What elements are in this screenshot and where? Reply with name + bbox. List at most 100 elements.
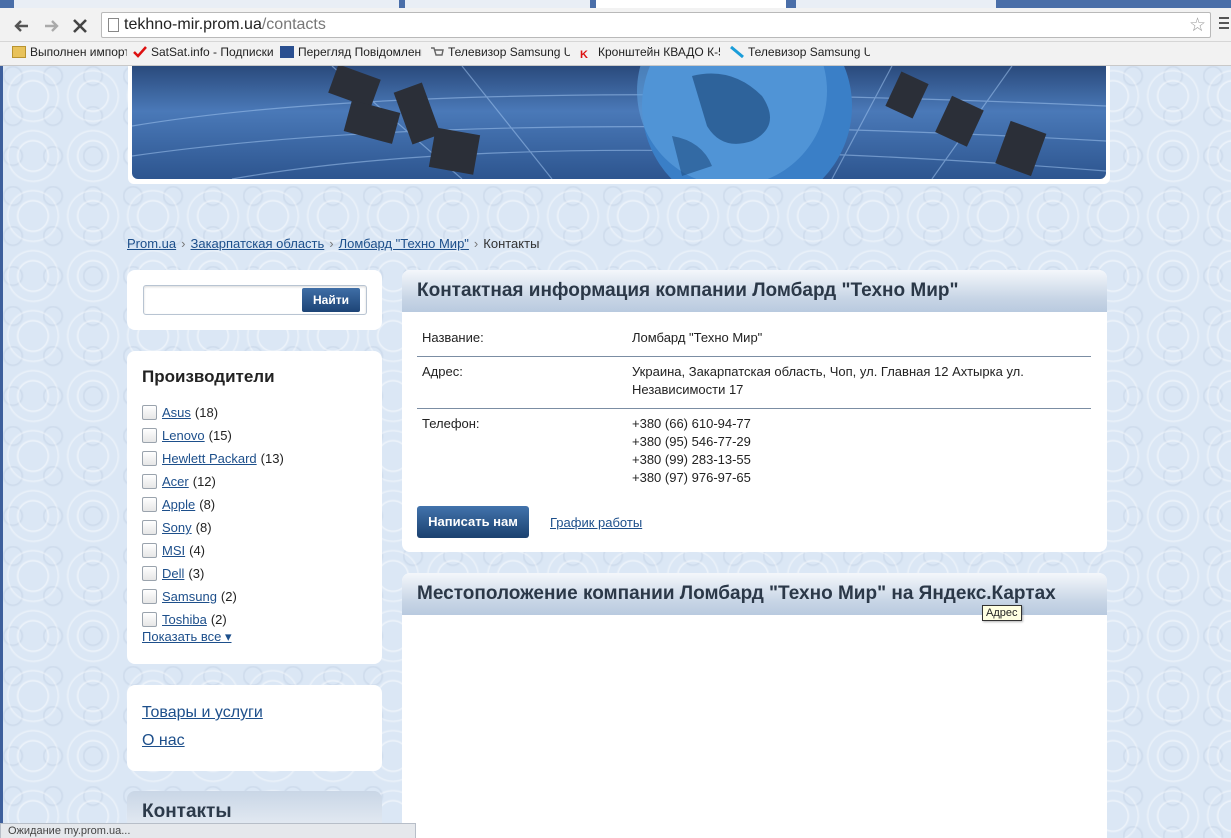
manufacturer-item: Asus (18) [142, 401, 284, 424]
banner-image [132, 66, 1106, 179]
manufacturer-checkbox[interactable] [142, 589, 157, 604]
manufacturer-checkbox[interactable] [142, 566, 157, 581]
manufacturer-checkbox[interactable] [142, 451, 157, 466]
manufacturer-item: Dell (3) [142, 562, 284, 585]
manufacturer-link[interactable]: Apple [162, 497, 195, 512]
back-icon[interactable] [11, 15, 33, 37]
breadcrumb-link[interactable]: Ломбард "Техно Мир" [339, 236, 469, 251]
manufacturer-link[interactable]: Sony [162, 520, 192, 535]
table-row: Телефон: +380 (66) 610-94-77 +380 (95) 5… [417, 408, 1091, 496]
breadcrumb-link[interactable]: Prom.ua [127, 236, 176, 251]
manufacturer-checkbox[interactable] [142, 520, 157, 535]
phone-number: +380 (97) 976-97-65 [632, 470, 751, 485]
bookmark-item[interactable]: K Кронштейн КВАДО К-5 [580, 45, 720, 61]
table-row: Название: Ломбард "Техно Мир" [417, 324, 1091, 357]
name-label: Название: [422, 330, 484, 345]
write-us-button[interactable]: Написать нам [417, 506, 529, 538]
manufacturer-checkbox[interactable] [142, 612, 157, 627]
manufacturer-link[interactable]: Dell [162, 566, 184, 581]
page-icon [108, 18, 119, 32]
phone-number: +380 (99) 283-13-55 [632, 452, 751, 467]
site-icon [280, 46, 294, 58]
site-icon: K [580, 49, 588, 61]
manufacturer-item: Toshiba (2) [142, 608, 284, 631]
checkmark-icon [133, 46, 147, 58]
page-viewport[interactable]: Prom.ua › Закарпатская область › Ломбард "Те… [3, 66, 1231, 838]
manufacturer-link[interactable]: Samsung [162, 589, 217, 604]
address-bar[interactable]: tekhno-mir.prom.ua/contacts ☆ [101, 12, 1211, 38]
contact-info-header: Контактная информация компании Ломбард "… [402, 270, 1107, 312]
forward-icon[interactable] [40, 15, 62, 37]
manufacturer-count: (3) [188, 566, 205, 581]
manufacturers-title: Производители [142, 367, 275, 386]
manufacturer-checkbox[interactable] [142, 497, 157, 512]
table-row: Адрес: Украина, Закарпатская область, Чо… [417, 356, 1091, 409]
manufacturer-checkbox[interactable] [142, 405, 157, 420]
tooltip: Адрес [982, 605, 1022, 621]
manufacturer-link[interactable]: Lenovo [162, 428, 205, 443]
schedule-link[interactable]: График работы [550, 515, 642, 530]
bookmark-item[interactable]: Перегляд Повідомлень [280, 45, 422, 59]
manufacturer-item: Sony (8) [142, 516, 284, 539]
bookmark-item[interactable]: SatSat.info - Подписки [133, 45, 273, 59]
manufacturer-count: (2) [210, 612, 227, 627]
contact-info-panel: Контактная информация компании Ломбард "… [402, 270, 1107, 552]
manufacturer-item: Apple (8) [142, 493, 284, 516]
browser-tab[interactable] [14, 0, 214, 8]
url-text[interactable]: tekhno-mir.prom.ua/contacts [124, 16, 326, 34]
manufacturer-item: Lenovo (15) [142, 424, 284, 447]
bookmark-item[interactable]: Выполнен импорт [12, 45, 127, 59]
manufacturer-checkbox[interactable] [142, 543, 157, 558]
breadcrumb-separator: › [473, 236, 479, 251]
manufacturers-panel: Производители Asus (18) Lenovo (15) Hewlet… [127, 351, 382, 664]
manufacturer-link[interactable]: Asus [162, 405, 191, 420]
breadcrumb-link[interactable]: Закарпатская область [190, 236, 324, 251]
search-button[interactable]: Найти [302, 288, 360, 312]
manufacturer-count: (15) [208, 428, 232, 443]
phone-values: +380 (66) 610-94-77 +380 (95) 546-77-29 … [627, 408, 1091, 496]
manufacturer-link[interactable]: MSI [162, 543, 185, 558]
breadcrumb: Prom.ua › Закарпатская область › Ломбард "Те… [127, 236, 539, 251]
manufacturer-item: MSI (4) [142, 539, 284, 562]
manufacturer-count: (8) [199, 497, 216, 512]
bookmark-star-icon[interactable]: ☆ [1189, 14, 1206, 37]
contact-info-title: Контактная информация компании Ломбард "… [417, 280, 959, 301]
header-banner [128, 66, 1110, 184]
manufacturer-checkbox[interactable] [142, 474, 157, 489]
phone-number: +380 (66) 610-94-77 [632, 416, 751, 431]
manufacturer-link[interactable]: Acer [162, 474, 189, 489]
bookmark-item[interactable]: Телевизор Samsung UE [730, 45, 870, 59]
manufacturer-checkbox[interactable] [142, 428, 157, 443]
folder-icon [12, 46, 26, 58]
browser-tab[interactable] [405, 0, 590, 8]
manufacturer-count: (12) [192, 474, 216, 489]
manufacturer-link[interactable]: Toshiba [162, 612, 207, 627]
address-label: Адрес: [417, 356, 627, 409]
menu-icon[interactable] [1219, 17, 1229, 32]
tab-strip [0, 0, 1231, 8]
about-link[interactable]: О нас [142, 732, 185, 750]
browser-tab[interactable] [796, 0, 996, 8]
bookmark-item[interactable]: Телевизор Samsung UE [430, 45, 570, 59]
breadcrumb-current: Контакты [483, 236, 540, 251]
cart-icon [430, 46, 444, 58]
browser-tab-active[interactable] [596, 0, 786, 8]
status-bar: Ожидание my.prom.ua... [0, 823, 416, 838]
manufacturer-count: (2) [220, 589, 237, 604]
address-line: Независимости 17 [632, 382, 744, 397]
bookmarks-bar: Выполнен импорт SatSat.info - Подписки П… [0, 42, 1231, 66]
goods-link[interactable]: Товары и услуги [142, 704, 263, 722]
address-value: Украина, Закарпатская область, Чоп, ул. … [627, 356, 1091, 409]
stop-icon[interactable] [69, 15, 91, 37]
manufacturer-item: Samsung (2) [142, 585, 284, 608]
map-title: Местоположение компании Ломбард "Техно М… [417, 583, 1056, 604]
manufacturer-count: (18) [194, 405, 219, 420]
contact-info-table: Название: Ломбард "Техно Мир" Адрес: Укр… [417, 324, 1091, 496]
manufacturer-link[interactable]: Hewlett Packard [162, 451, 257, 466]
phone-number: +380 (95) 546-77-29 [632, 434, 751, 449]
manufacturer-count: (13) [260, 451, 284, 466]
address-line: Украина, Закарпатская область, Чоп, ул. … [632, 364, 1024, 379]
browser-tab[interactable] [214, 0, 399, 8]
show-all-link[interactable]: Показать все ▾ [142, 629, 232, 645]
breadcrumb-separator: › [329, 236, 334, 251]
